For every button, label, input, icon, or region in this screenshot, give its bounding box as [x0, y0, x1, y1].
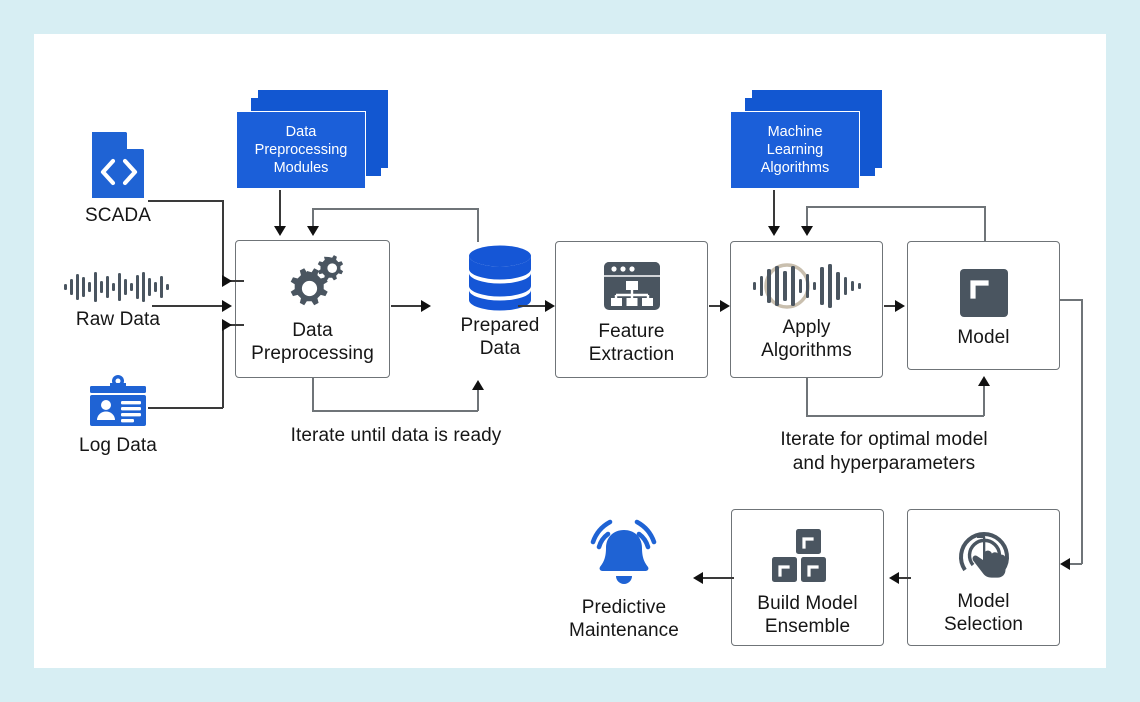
arrowhead-logdata-to-preprocessing	[222, 319, 232, 331]
diagram-canvas: SCADA Raw Data Log Data Data Preprocessi…	[34, 34, 1106, 668]
arrowhead-preprocessing-to-prepared	[421, 300, 431, 312]
stage-node-prepared-data: Prepared Data	[440, 244, 560, 360]
connector-feedback-pre-v-right	[477, 208, 479, 242]
hierarchy-window-icon	[602, 260, 662, 312]
input-node-raw-data: Raw Data	[52, 270, 184, 331]
connector-ensemble-to-maintenance	[699, 577, 734, 579]
hand-select-icon	[953, 526, 1015, 584]
alert-bell-icon	[590, 519, 657, 584]
stack-card-text-ml-algorithms: Machine Learning Algorithms	[760, 124, 830, 176]
card-stack-ml-algorithms: Machine Learning Algorithms	[726, 90, 896, 200]
arrowhead-to-model-selection	[1060, 558, 1070, 570]
arrowhead-scada-to-preprocessing	[222, 275, 232, 287]
connector-model-out-h	[1060, 299, 1083, 301]
model-block-icon	[959, 268, 1009, 318]
connector-logdata-h1	[148, 407, 223, 409]
stage-box-feature-extraction[interactable]: Feature Extraction	[555, 241, 708, 378]
connector-iterate-model-h	[806, 415, 984, 417]
connector-feedback-pre-h	[312, 208, 478, 210]
arrowhead-apply-to-model	[895, 300, 905, 312]
stack-card-text-preprocessing: Data Preprocessing Modules	[254, 124, 348, 176]
connector-iterate-pre-h	[312, 410, 478, 412]
waveform-circle-icon	[749, 262, 865, 310]
connector-iterate-model-v-right	[983, 386, 985, 416]
arrowhead-iterate-to-prepared	[472, 380, 484, 390]
stage-box-data-preprocessing[interactable]: Data Preprocessing	[235, 240, 390, 378]
connector-preprocessing-to-prepared	[391, 305, 425, 307]
arrowhead-selection-to-ensemble	[889, 572, 899, 584]
stage-label-model: Model	[957, 327, 1010, 348]
arrowhead-rawdata-to-preprocessing	[222, 300, 232, 312]
loop-caption-model: Iterate for optimal model and hyperparam…	[780, 429, 988, 474]
stack-card-front-preprocessing[interactable]: Data Preprocessing Modules	[236, 111, 366, 189]
connector-iterate-pre-v-right	[477, 390, 479, 411]
stack-card-front-ml-algorithms[interactable]: Machine Learning Algorithms	[730, 111, 860, 189]
arrowhead-iterate-to-model	[978, 376, 990, 386]
connector-model-out-v	[1081, 299, 1083, 564]
connector-feedback-model-v-right	[984, 206, 986, 242]
input-label-raw-data: Raw Data	[75, 309, 161, 330]
stage-label-build-model-ensemble: Build Model Ensemble	[757, 593, 858, 637]
stage-node-predictive-maintenance: Predictive Maintenance	[544, 514, 704, 642]
connector-rawdata-h	[152, 305, 226, 307]
connector-scada-v	[222, 200, 224, 282]
connector-iterate-model-v-left	[806, 378, 808, 416]
arrowhead-feature-to-apply	[720, 300, 730, 312]
stage-label-model-selection: Model Selection	[943, 591, 1024, 635]
arrowhead-feedback-to-preprocessing	[307, 226, 319, 236]
loop-caption-preprocess: Iterate until data is ready	[290, 425, 502, 446]
connector-scada-h1	[148, 200, 223, 202]
input-label-log-data: Log Data	[79, 435, 157, 456]
input-label-scada: SCADA	[85, 205, 151, 226]
stage-label-apply-algorithms: Apply Algorithms	[761, 317, 852, 361]
connector-logdata-v	[222, 324, 224, 408]
database-icon	[469, 245, 531, 311]
stage-label-data-preprocessing: Data Preprocessing	[251, 320, 374, 364]
stage-box-build-model-ensemble[interactable]: Build Model Ensemble	[731, 509, 884, 646]
stage-label-feature-extraction: Feature Extraction	[588, 321, 675, 365]
gears-icon	[279, 255, 347, 313]
stage-label-predictive-maintenance: Predictive Maintenance	[569, 597, 679, 641]
input-node-log-data: Log Data	[56, 374, 180, 457]
code-file-icon	[92, 132, 144, 198]
stage-label-prepared-data: Prepared Data	[460, 315, 540, 359]
stage-box-model-selection[interactable]: Model Selection	[907, 509, 1060, 646]
connector-modules-to-preprocessing	[279, 190, 281, 228]
card-stack-preprocessing-modules: Data Preprocessing Modules	[232, 90, 402, 200]
connector-feedback-pre-v-left	[312, 208, 314, 228]
arrowhead-mlcards-to-apply	[768, 226, 780, 236]
stage-box-apply-algorithms[interactable]: Apply Algorithms	[730, 241, 883, 378]
input-node-scada: SCADA	[70, 130, 166, 227]
stage-box-model[interactable]: Model	[907, 241, 1060, 370]
id-badge-icon	[90, 375, 146, 426]
arrowhead-prepared-to-feature	[545, 300, 555, 312]
arrowhead-ensemble-to-maintenance	[693, 572, 703, 584]
arrowhead-feedback-to-apply	[801, 226, 813, 236]
arrowhead-modules-to-preprocessing	[274, 226, 286, 236]
connector-feedback-model-h	[806, 206, 985, 208]
connector-mlcards-to-apply	[773, 190, 775, 228]
blocks-stack-icon	[771, 528, 845, 584]
waveform-icon	[64, 272, 169, 302]
connector-feedback-model-v-left	[806, 206, 808, 228]
connector-iterate-pre-v-left	[312, 378, 314, 411]
